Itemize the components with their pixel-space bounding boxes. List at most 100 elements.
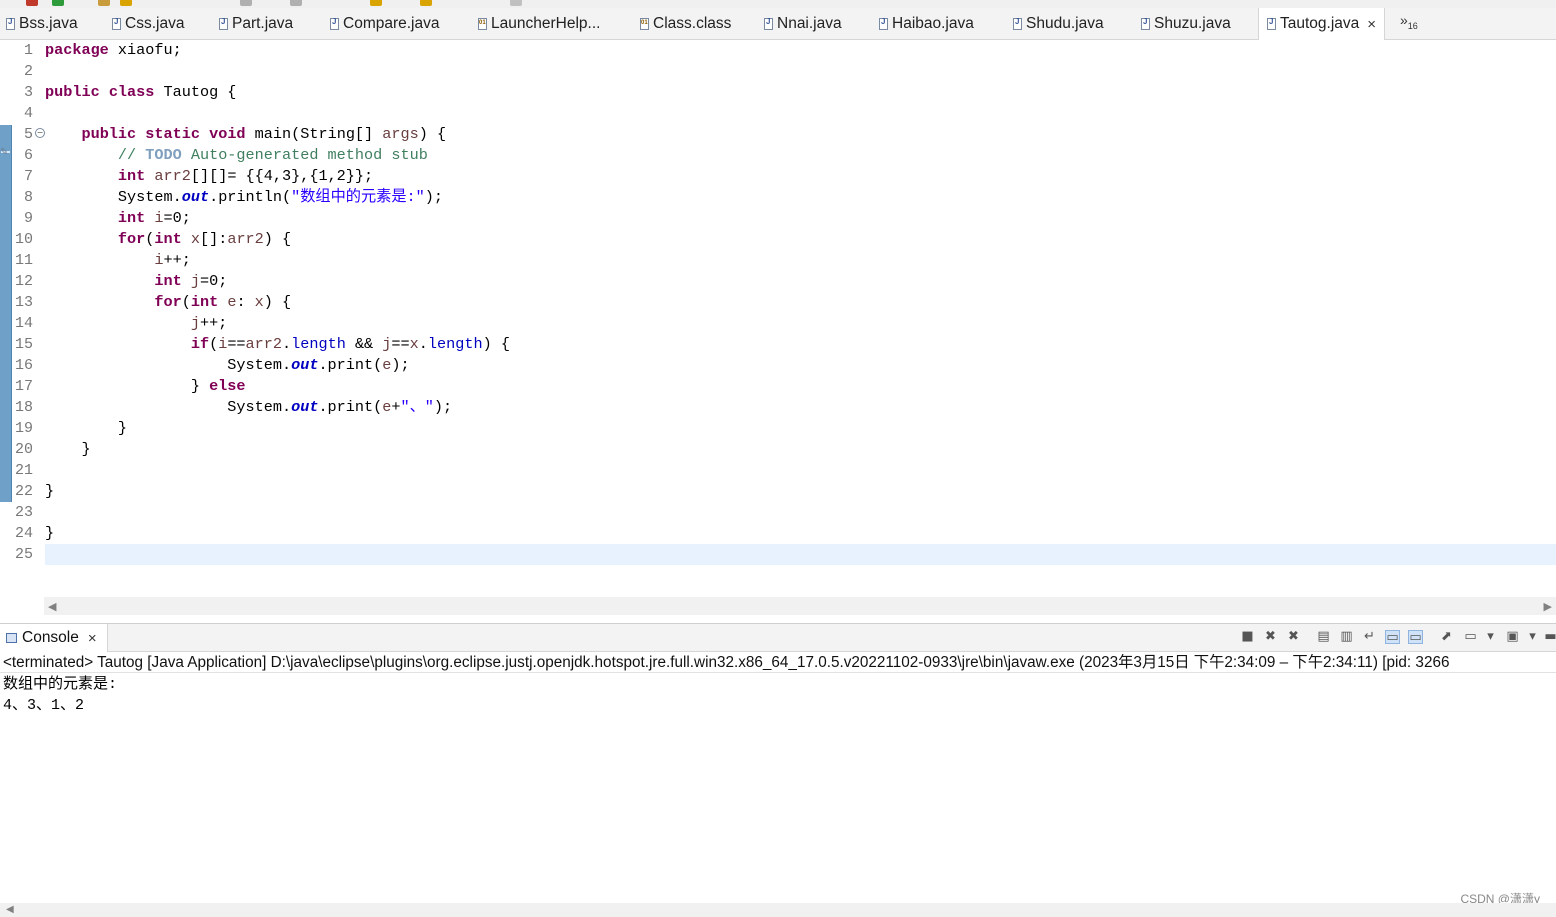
tab-console[interactable]: Console ×	[0, 624, 108, 652]
variable: arr2	[245, 335, 283, 353]
code-text: main(String[]	[245, 125, 383, 143]
line-number: 7	[23, 168, 33, 185]
tab-compare-java[interactable]: Compare.java	[330, 8, 440, 39]
code-text: .print(	[318, 356, 383, 374]
show-on-stderr-icon[interactable]: ▭	[1408, 630, 1423, 645]
show-on-stdout-icon[interactable]: ▭	[1385, 630, 1400, 645]
line-number: 11	[14, 252, 33, 269]
scroll-right-icon[interactable]: ▶	[1544, 600, 1552, 613]
code-text: .	[282, 335, 292, 353]
dropdown-icon[interactable]: ▾	[1525, 630, 1540, 644]
fold-collapse-icon[interactable]: −	[35, 128, 45, 138]
code-text: &&	[345, 335, 383, 353]
line-number: 4	[23, 105, 33, 122]
variable: i	[218, 335, 228, 353]
line-number: 13	[14, 294, 33, 311]
close-console-icon[interactable]: ×	[88, 630, 97, 647]
line-number: 14	[14, 315, 33, 332]
tab-css-java[interactable]: Css.java	[112, 8, 184, 39]
console-view: Console × ■ ✖ ✖ ▤ ▥ ↵ ▭ ▭ ⬈ ▭ ▾ ▣ ▾ ▬ <t…	[0, 623, 1556, 917]
line-number: 6	[23, 147, 33, 164]
line-number: 2	[23, 63, 33, 80]
code-text: }	[117, 419, 128, 437]
variable: x	[190, 230, 200, 248]
tab-launcherhelper-class[interactable]: LauncherHelp...	[478, 8, 600, 39]
code-line: }	[45, 523, 1556, 544]
variable: i	[154, 209, 164, 227]
new-package-icon[interactable]	[98, 0, 110, 6]
perspective-icon[interactable]	[510, 0, 522, 6]
code-text: xiaofu;	[108, 41, 182, 59]
code-area[interactable]: package xiaofu; public class Tautog { pu…	[45, 40, 1556, 597]
keyword: void	[209, 125, 246, 143]
remove-all-icon[interactable]: ✖	[1286, 630, 1301, 644]
line-number: 23	[14, 504, 33, 521]
code-text: +	[391, 398, 401, 416]
pin-console-icon[interactable]: ⬈	[1439, 630, 1454, 644]
console-icon	[6, 633, 17, 643]
class-file-icon	[640, 17, 649, 30]
word-wrap-icon[interactable]: ↵	[1362, 630, 1377, 644]
search-icon[interactable]	[240, 0, 252, 6]
code-text: .print(	[318, 398, 383, 416]
forward-icon[interactable]	[420, 0, 432, 6]
tab-part-java[interactable]: Part.java	[219, 8, 293, 39]
tab-overflow-button[interactable]: »16	[1400, 12, 1418, 31]
terminate-icon[interactable]: ■	[1240, 630, 1255, 644]
task-icon[interactable]	[290, 0, 302, 6]
console-horizontal-scrollbar[interactable]: ◀	[0, 903, 1556, 917]
main-toolbar	[0, 0, 1556, 8]
line-number: 22	[14, 483, 33, 500]
console-tab-bar: Console × ■ ✖ ✖ ▤ ▥ ↵ ▭ ▭ ⬈ ▭ ▾ ▣ ▾ ▬	[0, 624, 1556, 652]
tab-label: Haibao.java	[892, 14, 974, 32]
code-line: j++;	[45, 313, 1556, 334]
tab-haibao-java[interactable]: Haibao.java	[879, 8, 974, 39]
code-line: }	[45, 481, 1556, 502]
code-line: for(int e: x) {	[45, 292, 1556, 313]
scroll-left-icon[interactable]: ◀	[6, 904, 14, 915]
open-console-icon[interactable]: ▣	[1505, 630, 1520, 644]
variable: arr2	[227, 230, 264, 248]
new-class-icon[interactable]	[120, 0, 132, 6]
back-icon[interactable]	[370, 0, 382, 6]
debug-icon[interactable]	[26, 0, 38, 6]
field: length	[427, 335, 483, 353]
comment: //	[117, 146, 146, 164]
line-number: 3	[23, 84, 33, 101]
variable: x	[254, 293, 264, 311]
tab-label: Tautog.java	[1280, 15, 1360, 32]
tab-tautog-java[interactable]: Tautog.java ×	[1258, 8, 1386, 40]
code-line: }	[45, 418, 1556, 439]
tab-nnai-java[interactable]: Nnai.java	[764, 8, 842, 39]
minimize-icon[interactable]: ▬	[1543, 630, 1556, 644]
clear-console-icon[interactable]: ▤	[1316, 630, 1331, 644]
run-icon[interactable]	[52, 0, 64, 6]
variable: j	[190, 314, 200, 332]
code-text: :	[236, 293, 255, 311]
code-line: System.out.println("数组中的元素是:");	[45, 187, 1556, 208]
keyword: int	[117, 167, 146, 185]
class-file-icon	[478, 17, 487, 30]
dropdown-icon[interactable]: ▾	[1483, 630, 1498, 644]
java-file-icon	[1013, 17, 1022, 30]
remove-launch-icon[interactable]: ✖	[1263, 630, 1278, 644]
code-line: }	[45, 439, 1556, 460]
code-line: int i=0;	[45, 208, 1556, 229]
close-tab-icon[interactable]: ×	[1367, 16, 1376, 33]
tab-label: Part.java	[232, 14, 294, 32]
tab-shuzu-java[interactable]: Shuzu.java	[1141, 8, 1231, 39]
todo-tag: TODO	[145, 146, 182, 164]
line-number: 15	[14, 336, 33, 353]
scroll-left-icon[interactable]: ◀	[48, 600, 56, 613]
tab-shudu-java[interactable]: Shudu.java	[1013, 8, 1104, 39]
code-editor[interactable]: ✎ 1 2 3 4 5 6 7 8 9 10 11 12 13 14 15 16…	[0, 40, 1556, 597]
tab-bss-java[interactable]: Bss.java	[6, 8, 78, 39]
editor-horizontal-scrollbar[interactable]: ◀ ▶	[44, 597, 1556, 615]
scroll-lock-icon[interactable]: ▥	[1339, 630, 1354, 644]
code-text: (	[181, 293, 191, 311]
variable: j	[190, 272, 200, 290]
code-text: =0;	[163, 209, 191, 227]
display-console-icon[interactable]: ▭	[1463, 630, 1478, 644]
keyword: int	[154, 272, 182, 290]
tab-class-class[interactable]: Class.class	[640, 8, 731, 39]
